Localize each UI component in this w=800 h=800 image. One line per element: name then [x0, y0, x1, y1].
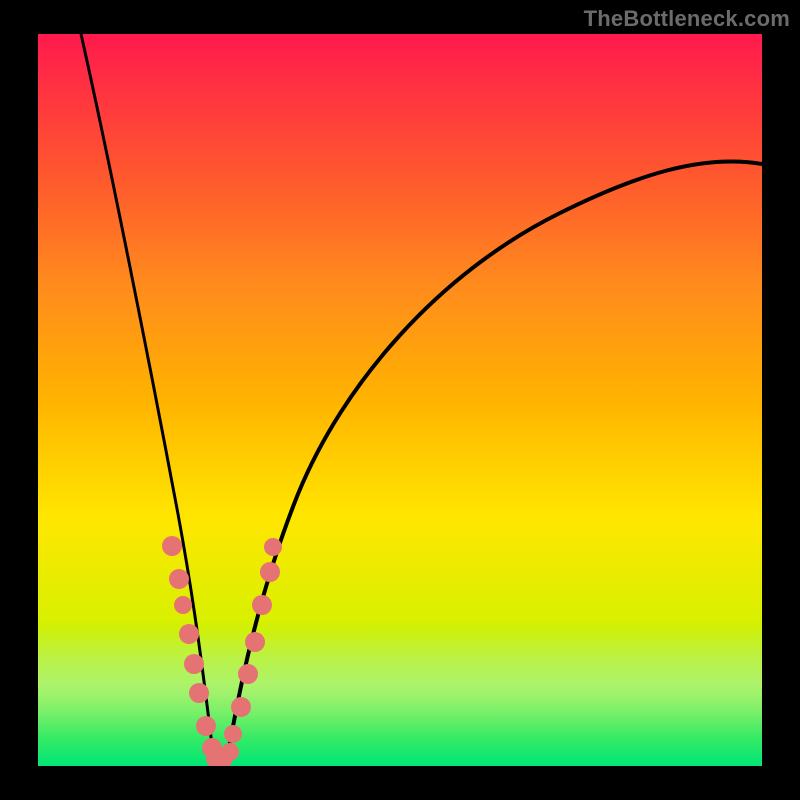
right-curve [226, 161, 762, 766]
dot [224, 725, 242, 743]
dot [245, 632, 265, 652]
dot [231, 697, 251, 717]
dot [169, 569, 189, 589]
dot [260, 562, 280, 582]
dot-cluster [162, 536, 282, 766]
dot [189, 683, 209, 703]
dot [184, 654, 204, 674]
chart-frame: TheBottleneck.com [0, 0, 800, 800]
watermark-text: TheBottleneck.com [584, 6, 790, 32]
dot [196, 716, 216, 736]
dot [221, 743, 239, 761]
dot [264, 538, 282, 556]
dot [238, 664, 258, 684]
dot [162, 536, 182, 556]
dot [179, 624, 199, 644]
dot [174, 596, 192, 614]
plot-area [38, 34, 762, 766]
dot [252, 595, 272, 615]
curve-layer [38, 34, 762, 766]
